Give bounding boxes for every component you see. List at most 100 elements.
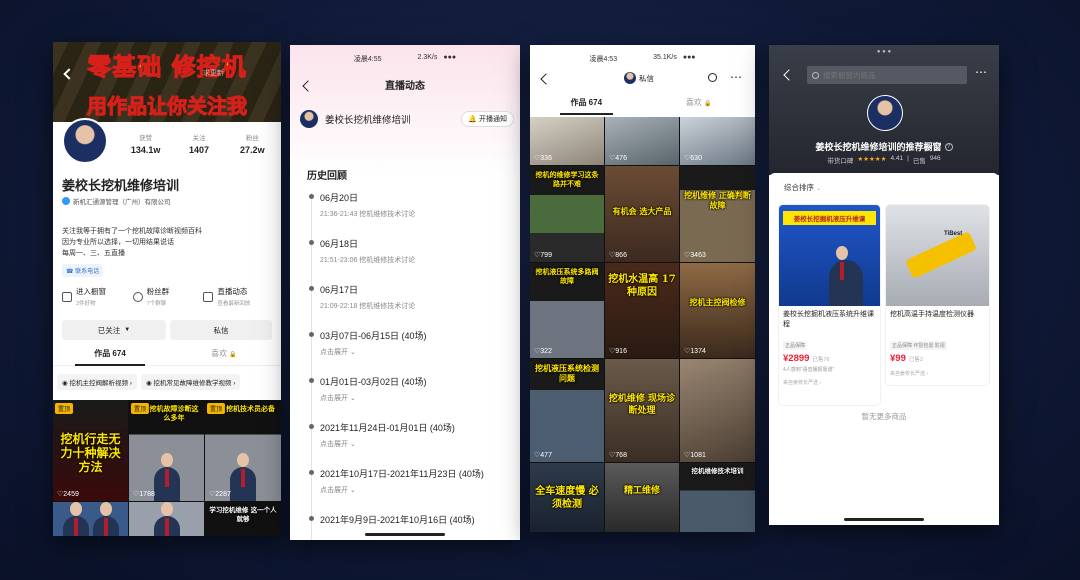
message-button[interactable]: 私信 xyxy=(170,320,272,340)
avatar[interactable] xyxy=(300,110,318,128)
video-tile[interactable]: 置顶 挖机行走无力十种解决方法 2459 xyxy=(53,400,128,501)
back-icon[interactable] xyxy=(540,73,552,85)
video-tile[interactable]: 挖机水温高 17种原因 916 xyxy=(605,263,679,358)
sort-dropdown[interactable]: 综合排序 ⌄ xyxy=(784,182,821,193)
dm-pill[interactable]: 私信 xyxy=(624,72,654,84)
followed-button[interactable]: 已关注 ▼ xyxy=(62,320,166,340)
video-tile[interactable] xyxy=(53,502,128,536)
rating-label: 带货口碑 xyxy=(827,158,854,165)
avatar[interactable] xyxy=(867,95,903,131)
video-likes: 916 xyxy=(609,347,627,355)
video-tile[interactable]: 336 xyxy=(530,117,604,165)
search-icon[interactable] xyxy=(708,73,717,82)
verified-row: 新机汇通源管理（广州）有限公司 xyxy=(62,196,171,206)
service-showcase[interactable]: 进入橱窗 2件好物 xyxy=(62,286,133,307)
contact-label: 联系电话 xyxy=(75,269,100,275)
showcase-title: 姜校长挖机维修培训的推荐橱窗 xyxy=(815,142,942,152)
service-title: 进入橱窗 xyxy=(76,287,106,296)
video-tile[interactable]: 挖机维修技术培训 xyxy=(680,463,755,532)
timeline-entry[interactable]: 01月01日-03月02日 (40场) 点击展开 ⌄ xyxy=(307,375,517,421)
tab-works[interactable]: 作品 674 xyxy=(53,348,167,366)
tab-likes[interactable]: 喜欢 🔒 xyxy=(643,97,756,115)
product-source[interactable]: 来自姜校长严选 › xyxy=(886,364,989,383)
entry-date: 01月01日-03月02日 (40场) xyxy=(320,377,427,387)
collection-chip[interactable]: ◉ 挖机主控阀解析视频 › xyxy=(57,374,137,390)
bag-icon xyxy=(62,291,72,302)
timeline-entry[interactable]: 2021年10月17日-2021年11月23日 (40场) 点击展开 ⌄ xyxy=(307,467,517,513)
tab-label: 喜欢 xyxy=(211,349,228,358)
timeline-entry[interactable]: 06月18日 21:51-23:06 挖机维修技术讨论 xyxy=(307,237,517,283)
timeline-entry[interactable]: 03月07日-06月15日 (40场) 点击展开 ⌄ xyxy=(307,329,517,375)
tab-likes[interactable]: 喜欢 🔒 xyxy=(167,348,281,365)
search-bar[interactable] xyxy=(807,66,967,84)
notify-button[interactable]: 🔔 开播通知 xyxy=(461,111,514,127)
video-tile[interactable] xyxy=(129,502,204,536)
presenter-figure xyxy=(230,453,256,501)
stat-fans[interactable]: 粉丝 27.2w xyxy=(226,132,279,155)
video-tile[interactable]: 挖机液压系统检测问题 477 xyxy=(530,359,604,462)
video-tile[interactable]: 置顶 挖机技术员必备 2287 xyxy=(205,400,281,501)
product-source[interactable]: 来自姜校长严选 › xyxy=(779,375,880,390)
more-icon[interactable]: ⋯ xyxy=(730,70,742,84)
collection-label: 挖机常见故障维修教学视频 xyxy=(153,380,232,387)
entry-date: 06月18日 xyxy=(320,239,359,249)
timeline-entry[interactable]: 2021年11月24日-01月01日 (40场) 点击展开 ⌄ xyxy=(307,421,517,467)
profile-name: 姜校长挖机维修培训 xyxy=(62,178,180,193)
entry-expand[interactable]: 点击展开 ⌄ xyxy=(320,439,517,449)
video-tile[interactable]: 置顶 挖机故障诊断这么多年 1788 xyxy=(129,400,204,501)
info-icon[interactable]: ? xyxy=(944,142,953,151)
presenter-figure xyxy=(829,246,863,306)
video-tile[interactable]: 挖机维修 现场诊断处理 768 xyxy=(605,359,679,462)
video-tile[interactable]: 挖机主控阀检修 1374 xyxy=(680,263,755,358)
stat-likes[interactable]: 获赞 134.1w xyxy=(119,132,172,155)
video-tile[interactable]: 挖机维修 正确判断故障 3463 xyxy=(680,166,755,262)
status-net: 35.1K/s xyxy=(653,54,677,61)
more-icon[interactable]: ⋯ xyxy=(975,65,987,79)
entry-expand[interactable]: 点击展开 ⌄ xyxy=(320,485,517,495)
video-tile[interactable]: 挖机液压系统多路阀故障 322 xyxy=(530,263,604,358)
video-likes: 1081 xyxy=(684,451,706,459)
service-live[interactable]: 直播动态 查看最新回放 xyxy=(203,286,274,307)
service-fan-group[interactable]: 粉丝群 7个群聊 xyxy=(132,286,204,307)
video-tile[interactable]: 476 xyxy=(605,117,679,165)
timeline-entry[interactable]: 06月17日 21:09-22:18 挖机维修技术讨论 xyxy=(307,283,517,329)
nav-bar: 直播动态 xyxy=(290,77,520,97)
contact-button[interactable]: ☎ 联系电话 xyxy=(62,264,104,277)
video-likes: 1788 xyxy=(133,490,155,498)
tab-underline xyxy=(75,364,145,366)
banner-line-2: 用作品让你关注我 xyxy=(87,94,248,119)
video-likes: 477 xyxy=(534,451,552,459)
timeline-entry[interactable]: 06月20日 21:36-21:43 挖机维修技术讨论 xyxy=(307,191,517,237)
stat-following[interactable]: 关注 1407 xyxy=(172,132,225,155)
video-tile[interactable]: 有机会 选大产品 866 xyxy=(605,166,679,262)
bio-line: 因为专业所以选择，一切用结果说话 xyxy=(62,239,174,246)
video-tile[interactable]: 精工维修 xyxy=(605,463,679,532)
video-tile[interactable]: 全车速度慢 必须检测 xyxy=(530,463,604,532)
product-title: 挖机高温手持温度检测仪器 xyxy=(890,311,974,318)
bio-line: 每周一、三、五直播 xyxy=(62,250,125,257)
showcase-title-row: 姜校长挖机维修培训的推荐橱窗 ? xyxy=(769,140,999,153)
search-input[interactable] xyxy=(823,70,953,80)
collection-chip[interactable]: ◉ 挖机常见故障维修教学视频 › xyxy=(140,374,241,390)
video-tile[interactable]: 挖机的维修学习这条路并不难 799 xyxy=(530,166,604,262)
profile-tabs: 作品 674 喜欢 🔒 xyxy=(530,97,755,115)
entry-expand[interactable]: 点击展开 ⌄ xyxy=(320,347,517,357)
timeline-dot xyxy=(309,516,314,521)
presenter-figure xyxy=(93,502,119,536)
product-card[interactable]: 姜校长挖掘机液压升维课 姜校长挖掘机液压系统升维课程 正品保障 ¥2899 已售… xyxy=(779,205,880,405)
video-likes: 2287 xyxy=(209,490,231,498)
product-card[interactable]: TiBest 挖机高温手持温度检测仪器 正品保障 坏损包退 影视 ¥99 已售2… xyxy=(886,205,989,385)
entry-expand[interactable]: 点击展开 ⌄ xyxy=(320,393,517,403)
video-likes: 476 xyxy=(609,154,627,162)
video-tile[interactable]: 学习挖机维修 这一个人就够 xyxy=(205,502,281,536)
nav-bar: 私信 ⋯ xyxy=(530,70,755,90)
tab-underline xyxy=(560,113,613,115)
video-tile[interactable]: 1081 xyxy=(680,359,755,462)
avatar[interactable] xyxy=(62,118,108,164)
product-thumb: TiBest xyxy=(886,205,989,306)
video-likes: 866 xyxy=(609,251,627,259)
chevron-down-icon: ⌄ xyxy=(816,186,822,192)
profile-tabs: 作品 674 喜欢 🔒 xyxy=(53,348,281,366)
video-tile[interactable]: 630 xyxy=(680,117,755,165)
tab-works[interactable]: 作品 674 xyxy=(530,97,643,115)
